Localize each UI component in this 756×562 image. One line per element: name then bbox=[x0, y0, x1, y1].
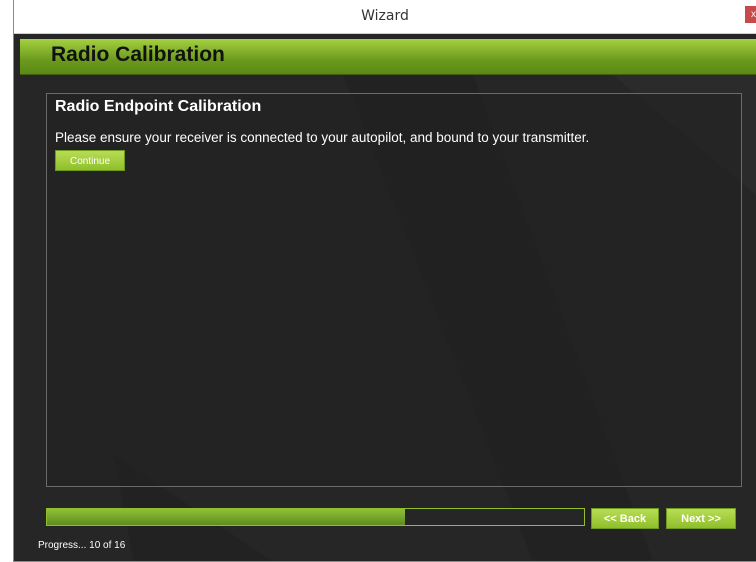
window-title: Wizard bbox=[361, 8, 409, 24]
page-title: Radio Calibration bbox=[51, 43, 225, 66]
continue-button[interactable]: Continue bbox=[55, 150, 125, 171]
calibration-panel: Radio Endpoint Calibration Please ensure… bbox=[46, 93, 742, 487]
close-icon[interactable]: x bbox=[745, 6, 756, 23]
progress-bar-fill bbox=[47, 509, 406, 525]
wizard-window: Wizard x Radio Calibration Radio Endpoin… bbox=[13, 0, 756, 562]
panel-title: Radio Endpoint Calibration bbox=[55, 98, 262, 115]
progress-label: Progress... 10 of 16 bbox=[38, 540, 126, 551]
instruction-text: Please ensure your receiver is connected… bbox=[55, 130, 590, 145]
back-button[interactable]: << Back bbox=[591, 508, 659, 529]
title-bar: Wizard x bbox=[14, 0, 756, 34]
page-header: Radio Calibration bbox=[20, 39, 756, 75]
progress-bar bbox=[46, 508, 585, 526]
next-button[interactable]: Next >> bbox=[666, 508, 736, 529]
